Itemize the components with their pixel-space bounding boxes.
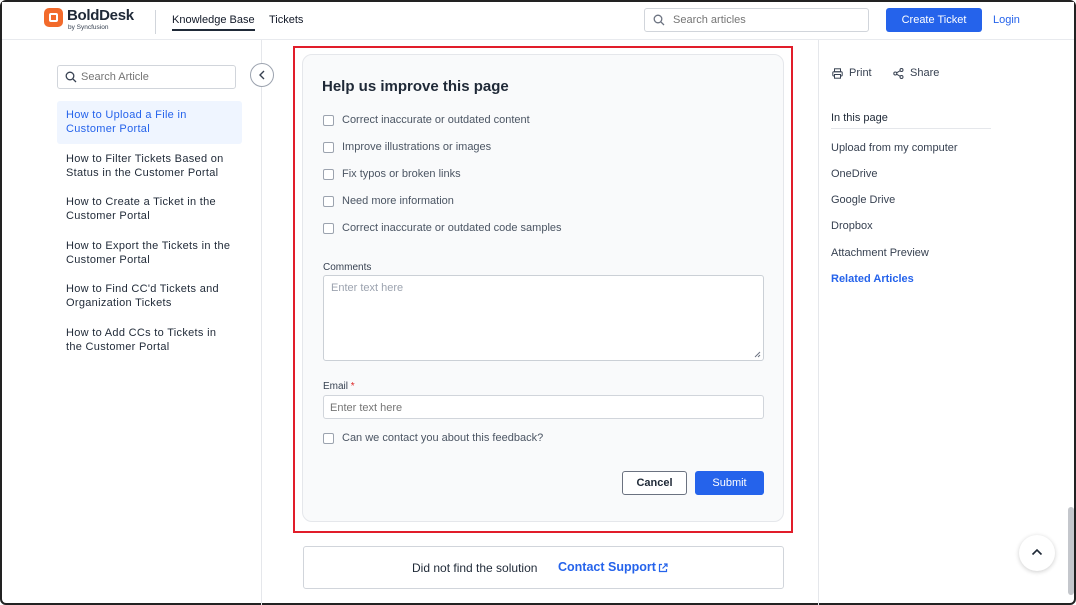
nav-tickets[interactable]: Tickets: [269, 14, 303, 26]
sidebar-item-upload-file[interactable]: How to Upload a File in Customer Portal: [57, 101, 242, 144]
sidebar-item-add-ccs[interactable]: How to Add CCs to Tickets in the Custome…: [57, 319, 242, 362]
related-articles-link[interactable]: Related Articles: [831, 273, 914, 285]
sidebar-item-export-tickets[interactable]: How to Export the Tickets in the Custome…: [57, 232, 242, 275]
nav-knowledge-base[interactable]: Knowledge Base: [172, 14, 255, 31]
cancel-button[interactable]: Cancel: [622, 471, 687, 495]
sidebar-search-input[interactable]: [81, 69, 231, 85]
chevron-up-icon: [1031, 548, 1043, 556]
toc-item-upload-computer[interactable]: Upload from my computer: [831, 142, 958, 154]
toc-item-attachment-preview[interactable]: Attachment Preview: [831, 247, 929, 259]
checkbox[interactable]: [323, 169, 334, 180]
checkbox-label: Fix typos or broken links: [342, 168, 461, 180]
checkbox-label: Can we contact you about this feedback?: [342, 432, 544, 444]
toc-item-onedrive[interactable]: OneDrive: [831, 168, 877, 180]
support-text: Did not find the solution: [412, 561, 538, 575]
email-input[interactable]: [330, 400, 750, 415]
header-divider: [155, 10, 156, 34]
scrollbar-thumb[interactable]: [1068, 507, 1074, 595]
search-icon: [653, 14, 665, 26]
contact-support-box: [303, 546, 784, 589]
back-to-top-button[interactable]: [1019, 535, 1055, 571]
sidebar-item-cc-tickets[interactable]: How to Find CC'd Tickets and Organizatio…: [57, 275, 242, 318]
feedback-title: Help us improve this page: [322, 78, 509, 95]
toc-divider: [831, 128, 991, 129]
bolddesk-logo-icon: [44, 8, 63, 27]
share-icon: [893, 68, 904, 79]
checkbox-label: Need more information: [342, 195, 454, 207]
logo-subtext: by Syncfusion: [68, 24, 109, 31]
checkbox[interactable]: [323, 115, 334, 126]
toc-item-dropbox[interactable]: Dropbox: [831, 220, 873, 232]
create-ticket-button[interactable]: Create Ticket: [886, 8, 982, 32]
login-link[interactable]: Login: [993, 14, 1020, 26]
resize-handle-icon[interactable]: [754, 351, 761, 358]
email-label: Email *: [323, 381, 355, 392]
external-link-icon[interactable]: [657, 562, 669, 574]
logo-text: BoldDesk: [67, 7, 134, 24]
collapse-sidebar-button[interactable]: [250, 63, 274, 87]
email-field[interactable]: [323, 395, 764, 419]
required-mark: *: [350, 381, 355, 392]
print-label: Print: [849, 67, 872, 79]
chevron-left-icon: [259, 70, 265, 80]
checkbox-label: Correct inaccurate or outdated content: [342, 114, 530, 126]
right-column-divider: [818, 40, 819, 605]
sidebar-item-create-ticket[interactable]: How to Create a Ticket in the Customer P…: [57, 188, 242, 231]
checkbox[interactable]: [323, 433, 334, 444]
share-label: Share: [910, 67, 940, 79]
checkbox[interactable]: [323, 142, 334, 153]
submit-button[interactable]: Submit: [695, 471, 764, 495]
header-search-input[interactable]: [673, 12, 858, 28]
toc-title: In this page: [831, 112, 888, 124]
header-search-box[interactable]: [644, 8, 869, 32]
comments-label: Comments: [323, 262, 372, 273]
left-column-divider: [261, 40, 262, 605]
contact-support-link[interactable]: Contact Support: [558, 560, 656, 574]
comments-textarea[interactable]: Enter text here: [323, 275, 764, 361]
checkbox-label: Correct inaccurate or outdated code samp…: [342, 222, 562, 234]
checkbox-label: Improve illustrations or images: [342, 141, 492, 153]
email-label-text: Email: [323, 381, 349, 392]
bolddesk-logo[interactable]: BoldDesk by Syncfusion: [44, 7, 144, 35]
sidebar-item-filter-tickets[interactable]: How to Filter Tickets Based on Status in…: [57, 145, 242, 188]
search-icon: [65, 71, 77, 83]
toc-item-google-drive[interactable]: Google Drive: [831, 194, 895, 206]
checkbox[interactable]: [323, 196, 334, 207]
printer-icon: [832, 68, 843, 79]
checkbox[interactable]: [323, 223, 334, 234]
sidebar-search-box[interactable]: [57, 65, 236, 89]
top-header: BoldDesk by Syncfusion Knowledge Base Ti…: [2, 2, 1074, 40]
comments-placeholder: Enter text here: [331, 282, 404, 294]
